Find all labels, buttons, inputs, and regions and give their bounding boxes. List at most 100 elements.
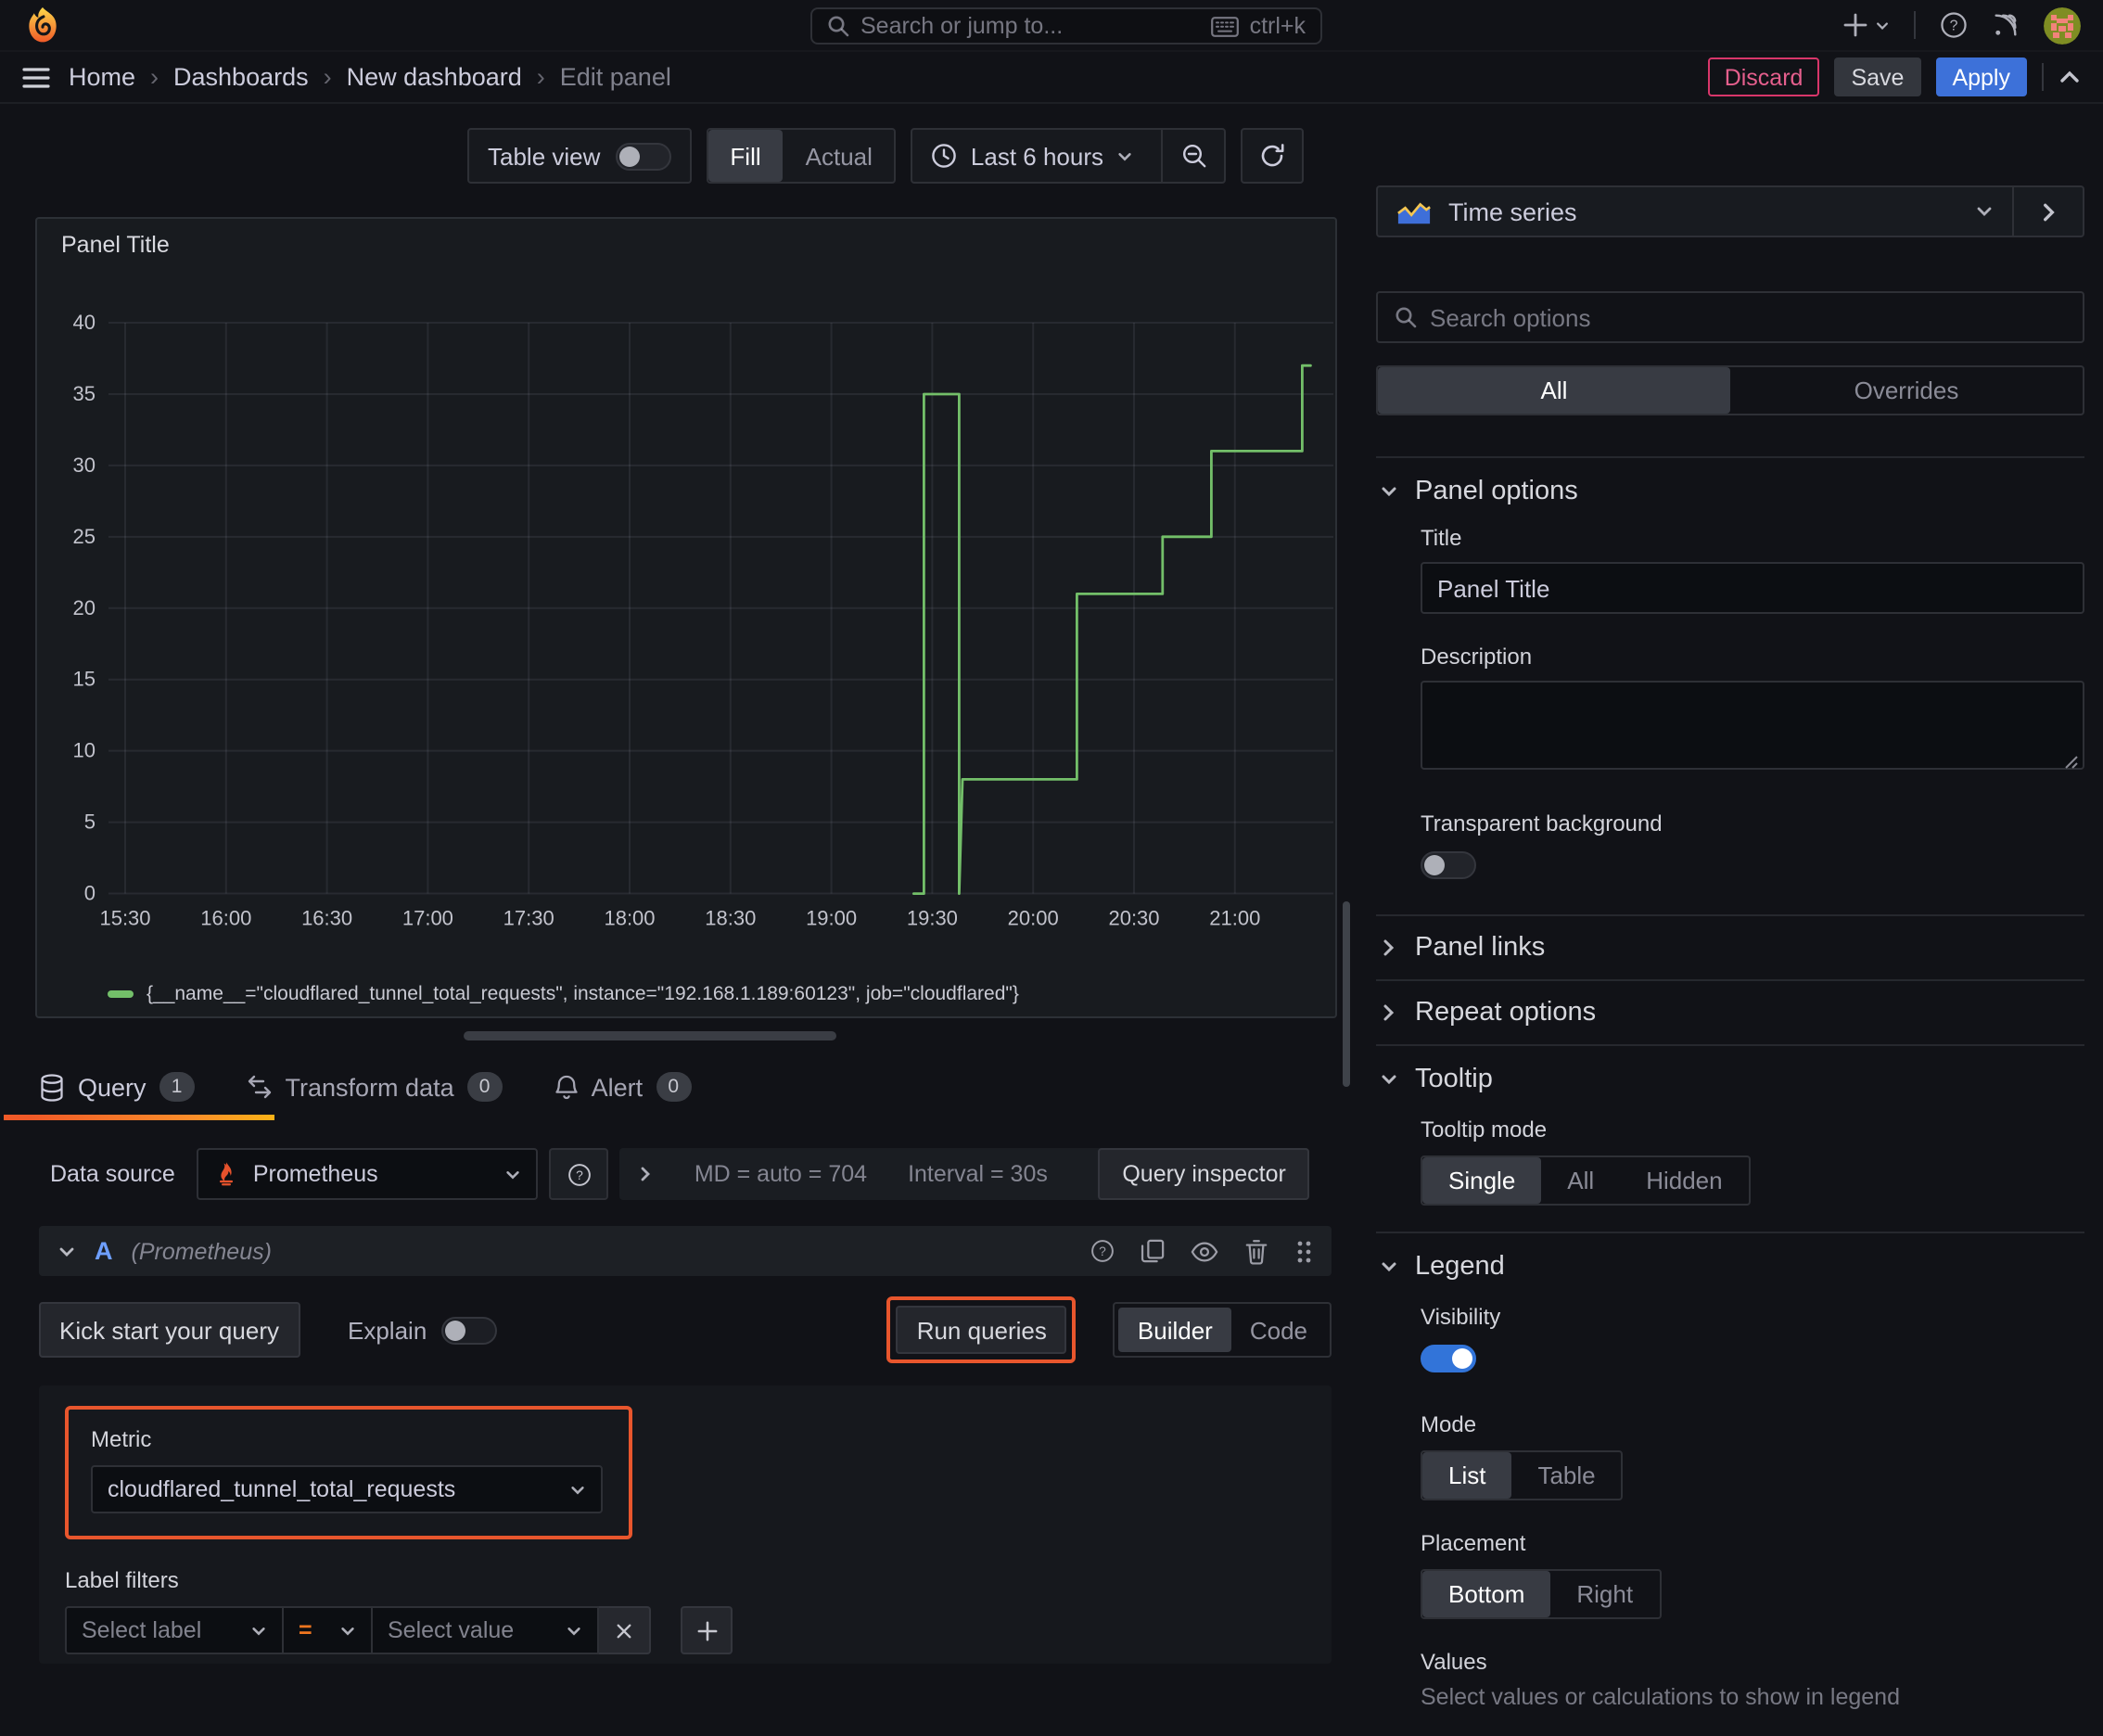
svg-text:20: 20	[73, 596, 96, 619]
help-icon[interactable]: ?	[1940, 11, 1968, 39]
explain-toggle[interactable]	[441, 1316, 498, 1344]
chevron-right-icon	[1380, 1003, 1396, 1022]
duplicate-query-icon[interactable]	[1141, 1239, 1165, 1263]
add-menu-button[interactable]	[1843, 13, 1890, 37]
table-view-control: Table view	[467, 128, 692, 184]
tooltip-mode-single[interactable]: Single	[1422, 1157, 1542, 1204]
avatar[interactable]	[2044, 6, 2081, 44]
svg-text:21:00: 21:00	[1209, 907, 1260, 930]
description-textarea[interactable]	[1421, 681, 2084, 770]
zoom-out-icon[interactable]	[1161, 130, 1224, 182]
panel-options-sidebar: Time series Search options All Overrides…	[1361, 104, 2103, 1736]
tooltip-mode-hidden[interactable]: Hidden	[1620, 1157, 1748, 1204]
chevron-down-icon	[1116, 147, 1133, 164]
svg-text:18:30: 18:30	[705, 907, 756, 930]
svg-text:16:30: 16:30	[301, 907, 352, 930]
svg-text:20:30: 20:30	[1108, 907, 1159, 930]
chevron-down-icon[interactable]	[57, 1242, 76, 1260]
global-search-input[interactable]: Search or jump to... ctrl+k	[810, 7, 1322, 45]
options-scope-tabs: All Overrides	[1376, 365, 2084, 415]
section-panel-links[interactable]: Panel links	[1376, 916, 2084, 979]
builder-option[interactable]: Builder	[1118, 1308, 1231, 1352]
breadcrumb-home[interactable]: Home	[69, 63, 135, 91]
code-option[interactable]: Code	[1231, 1308, 1326, 1352]
panel-title-input[interactable]	[1421, 562, 2084, 614]
time-series-panel[interactable]: Panel Title 0 5 10 15 20 25 30 35 40 15:30 16:00 16…	[35, 217, 1337, 1018]
delete-query-icon[interactable]	[1244, 1238, 1268, 1264]
metric-select[interactable]: cloudflared_tunnel_total_requests	[91, 1465, 603, 1513]
table-view-toggle[interactable]	[615, 142, 671, 170]
section-legend[interactable]: Legend	[1376, 1233, 2084, 1300]
panel-edit-actions: Discard Save Apply	[1707, 57, 2081, 96]
kick-start-query-button[interactable]: Kick start your query	[39, 1302, 300, 1358]
pane-resize-handle[interactable]	[464, 1031, 836, 1040]
news-rss-icon[interactable]	[1992, 11, 2020, 39]
tab-query[interactable]: Query 1	[4, 1072, 274, 1120]
fill-option[interactable]: Fill	[707, 130, 784, 182]
legend-placement-bottom[interactable]: Bottom	[1422, 1571, 1551, 1617]
table-view-label: Table view	[488, 142, 601, 170]
time-range-picker[interactable]: Last 6 hours	[911, 128, 1226, 184]
save-button[interactable]: Save	[1834, 57, 1921, 96]
select-label-dropdown[interactable]: Select label	[65, 1606, 284, 1654]
transparent-background-toggle[interactable]	[1421, 851, 1476, 879]
tooltip-body: Tooltip mode Single All Hidden	[1376, 1117, 2084, 1232]
main-scrollbar-thumb[interactable]	[1343, 901, 1350, 1087]
chart-legend[interactable]: {__name__="cloudflared_tunnel_total_requ…	[108, 983, 1019, 1005]
svg-text:17:00: 17:00	[402, 907, 453, 930]
legend-mode-table[interactable]: Table	[1511, 1452, 1621, 1499]
panel-edit-main: Table view Fill Actual Last 6 hours Pane…	[0, 104, 1361, 1736]
legend-placement-right[interactable]: Right	[1550, 1571, 1659, 1617]
section-tooltip[interactable]: Tooltip	[1376, 1046, 2084, 1113]
operator-value: =	[299, 1617, 312, 1643]
legend-mode-list[interactable]: List	[1422, 1452, 1512, 1499]
datasource-picker[interactable]: Prometheus	[197, 1148, 539, 1200]
section-repeat-options[interactable]: Repeat options	[1376, 981, 2084, 1044]
refresh-button[interactable]	[1241, 128, 1304, 184]
add-filter-button[interactable]	[681, 1606, 733, 1654]
section-panel-options[interactable]: Panel options	[1376, 458, 2084, 525]
datasource-row: Data source Prometheus ? MD = auto = 704…	[50, 1148, 1361, 1200]
breadcrumb-bar: Home › Dashboards › New dashboard › Edit…	[0, 52, 2103, 104]
tab-transform-data[interactable]: Transform data 0	[247, 1072, 503, 1102]
search-shortcut: ctrl+k	[1249, 13, 1306, 39]
legend-header: Legend	[1415, 1252, 1505, 1282]
toggle-visibility-icon[interactable]	[1191, 1240, 1218, 1262]
remove-filter-button[interactable]	[599, 1606, 651, 1654]
query-row-header[interactable]: A (Prometheus) ?	[39, 1226, 1332, 1276]
viz-picker-main[interactable]: Time series	[1378, 187, 2012, 236]
apply-button[interactable]: Apply	[1935, 57, 2027, 96]
metric-value: cloudflared_tunnel_total_requests	[108, 1476, 456, 1502]
viz-expand-button[interactable]	[2012, 187, 2083, 236]
chevron-down-icon	[339, 1622, 356, 1639]
query-help-icon[interactable]: ?	[1090, 1239, 1115, 1263]
chevron-down-icon	[566, 1622, 582, 1639]
grafana-logo-icon[interactable]	[22, 5, 63, 45]
query-inspector-button[interactable]: Query inspector	[1098, 1148, 1310, 1200]
discard-button[interactable]: Discard	[1707, 57, 1820, 96]
run-queries-button[interactable]: Run queries	[896, 1306, 1067, 1354]
tab-all-options[interactable]: All	[1378, 367, 1730, 414]
operator-dropdown[interactable]: =	[284, 1606, 373, 1654]
panel-title: Panel Title	[61, 232, 170, 258]
breadcrumb-dashboards[interactable]: Dashboards	[173, 63, 309, 91]
legend-visibility-toggle[interactable]	[1421, 1345, 1476, 1372]
transform-icon	[247, 1074, 273, 1100]
menu-toggle-icon[interactable]	[22, 66, 50, 88]
tab-alert[interactable]: Alert 0	[554, 1072, 692, 1102]
chevron-down-icon	[505, 1166, 522, 1182]
tooltip-mode-all[interactable]: All	[1541, 1157, 1620, 1204]
datasource-help-button[interactable]: ?	[549, 1148, 609, 1200]
options-search-input[interactable]: Search options	[1376, 291, 2084, 343]
breadcrumb-new-dashboard[interactable]: New dashboard	[347, 63, 522, 91]
top-nav: Search or jump to... ctrl+k ?	[0, 0, 2103, 52]
collapse-options-icon[interactable]	[2058, 66, 2081, 88]
interval: Interval = 30s	[908, 1161, 1048, 1187]
query-options-bar[interactable]: MD = auto = 704 Interval = 30s Query ins…	[619, 1148, 1310, 1200]
actual-option[interactable]: Actual	[784, 130, 895, 182]
select-value-dropdown[interactable]: Select value	[373, 1606, 599, 1654]
run-queries-highlight: Run queries	[886, 1296, 1077, 1363]
tab-overrides[interactable]: Overrides	[1730, 367, 2083, 414]
drag-handle-icon[interactable]	[1294, 1238, 1313, 1264]
query-toolbar: Kick start your query Explain Run querie…	[39, 1296, 1332, 1363]
